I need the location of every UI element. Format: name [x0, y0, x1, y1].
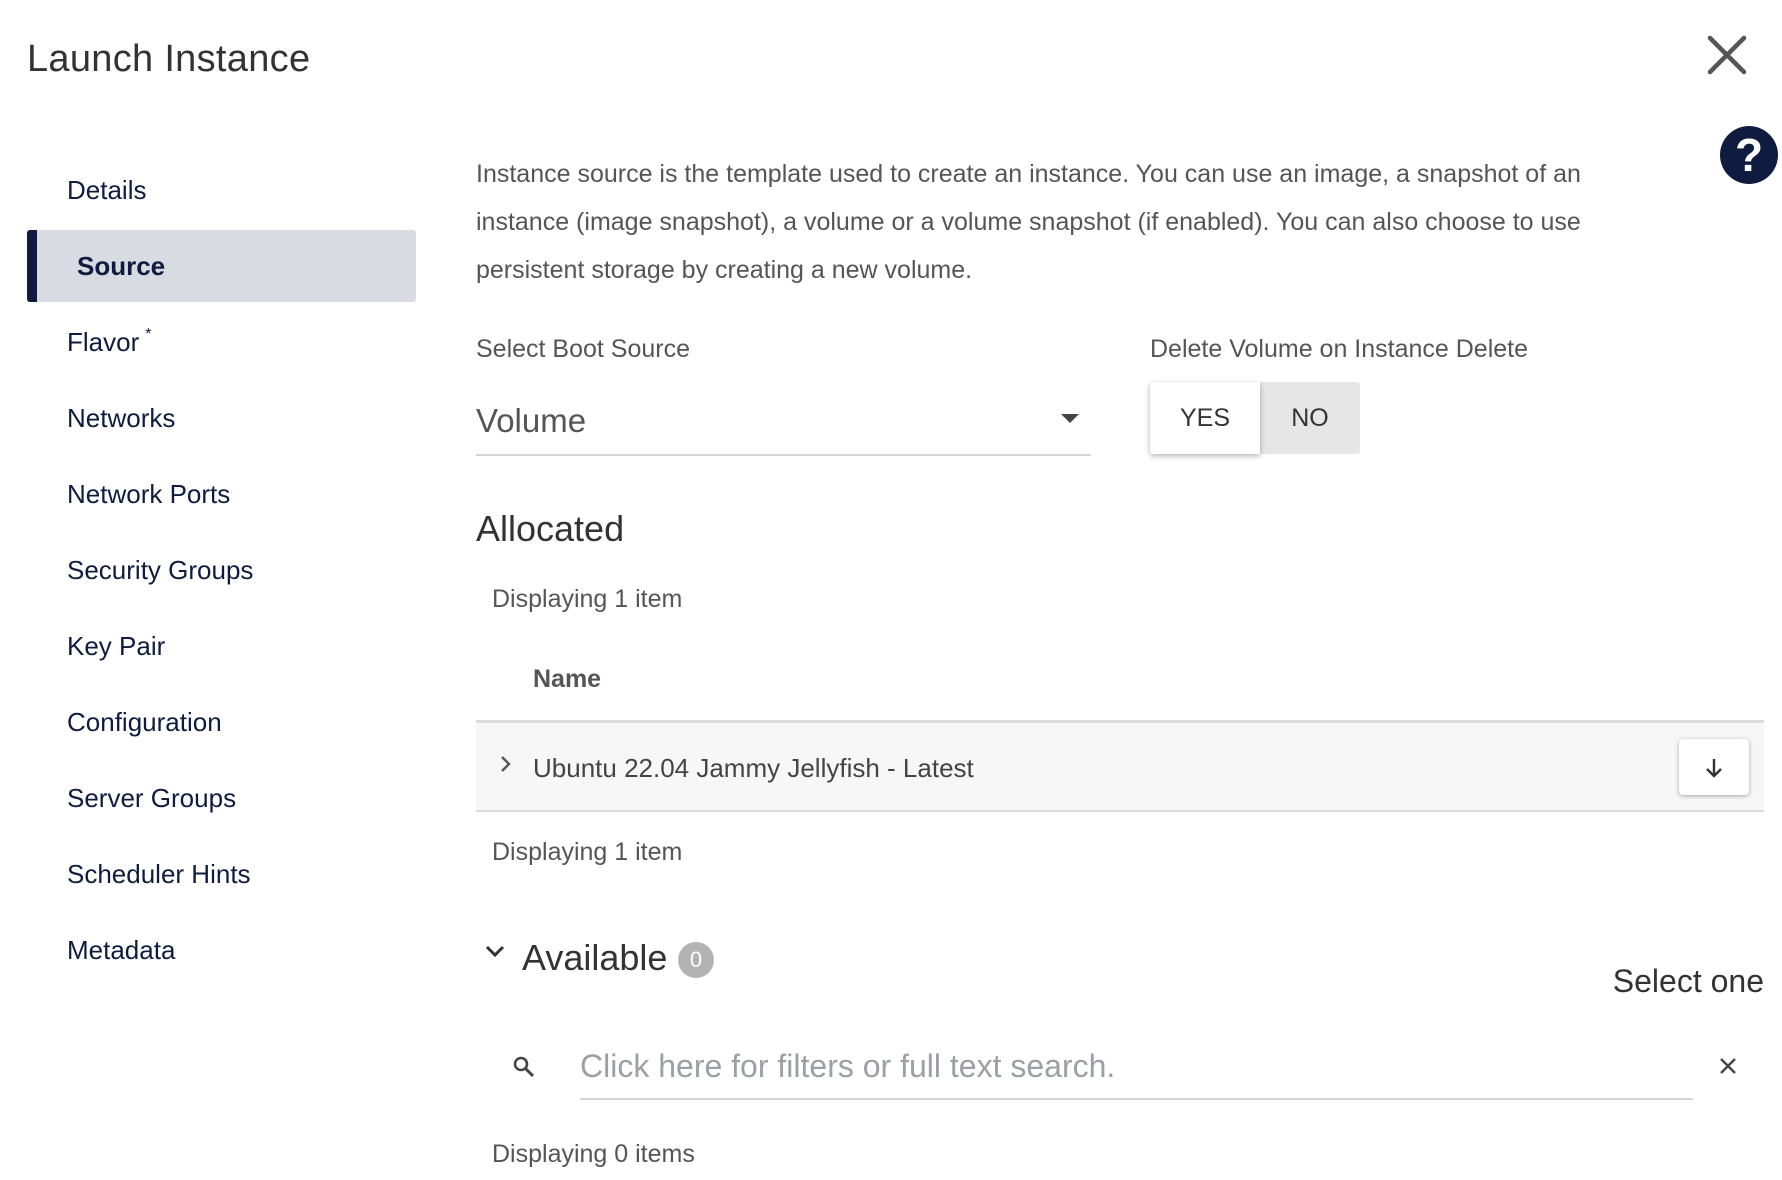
chevron-right-icon[interactable]	[500, 750, 512, 781]
wizard-nav: Details Source Flavor * Networks Network …	[27, 152, 416, 988]
delete-volume-toggle: YES NO	[1150, 382, 1360, 454]
sidebar-item-label: Key Pair	[67, 631, 166, 661]
table-row: Ubuntu 22.04 Jammy Jellyfish - Latest	[476, 720, 1764, 812]
sidebar-item-label: Networks	[67, 403, 176, 433]
modal-title: Launch Instance	[27, 38, 311, 80]
sidebar-item-networks[interactable]: Networks	[27, 380, 416, 456]
sidebar-item-configuration[interactable]: Configuration	[27, 684, 416, 760]
sidebar-item-label: Flavor	[67, 327, 140, 357]
allocated-heading: Allocated	[476, 508, 625, 549]
name-column-header: Name	[533, 665, 602, 693]
available-heading[interactable]: Available	[522, 937, 667, 979]
deallocate-button[interactable]	[1679, 739, 1749, 795]
chevron-down-icon[interactable]	[484, 940, 506, 962]
source-step-panel: Instance source is the template used to …	[476, 150, 1764, 294]
boot-source-select[interactable]: Volume	[476, 388, 1091, 456]
delete-volume-label: Delete Volume on Instance Delete	[1150, 335, 1529, 363]
sidebar-item-network-ports[interactable]: Network Ports	[27, 456, 416, 532]
clear-icon[interactable]	[1716, 1054, 1740, 1078]
close-icon[interactable]	[1702, 30, 1752, 80]
select-one-hint: Select one	[1612, 963, 1764, 999]
sidebar-item-security-groups[interactable]: Security Groups	[27, 532, 416, 608]
sidebar-item-server-groups[interactable]: Server Groups	[27, 760, 416, 836]
sidebar-item-details[interactable]: Details	[27, 152, 416, 228]
required-marker: *	[145, 326, 152, 343]
sidebar-item-label: Security Groups	[67, 555, 254, 585]
sidebar-item-label: Scheduler Hints	[67, 859, 251, 889]
search-icon	[512, 1055, 536, 1079]
boot-source-value: Volume	[476, 402, 587, 439]
sidebar-item-label: Configuration	[67, 707, 222, 737]
step-description: Instance source is the template used to …	[476, 160, 1581, 284]
sidebar-item-label: Server Groups	[67, 783, 237, 813]
available-count: Displaying 0 items	[492, 1140, 695, 1168]
sidebar-item-label: Network Ports	[67, 479, 231, 509]
allocated-count-top: Displaying 1 item	[492, 585, 683, 613]
allocated-count-bottom: Displaying 1 item	[492, 838, 683, 866]
sidebar-item-label: Source	[77, 251, 166, 281]
caret-down-icon	[1061, 414, 1079, 423]
search-input[interactable]	[580, 1034, 1693, 1100]
delete-volume-no-button[interactable]: NO	[1260, 382, 1360, 454]
arrow-down-icon	[1706, 758, 1722, 778]
allocated-item-name: Ubuntu 22.04 Jammy Jellyfish - Latest	[533, 753, 974, 783]
sidebar-item-key-pair[interactable]: Key Pair	[27, 608, 416, 684]
available-count-badge: 0	[678, 942, 714, 978]
sidebar-item-metadata[interactable]: Metadata	[27, 912, 416, 988]
boot-source-label: Select Boot Source	[476, 335, 691, 363]
sidebar-item-source[interactable]: Source	[27, 230, 416, 302]
sidebar-item-label: Details	[67, 175, 147, 205]
sidebar-item-label: Metadata	[67, 935, 176, 965]
sidebar-item-flavor[interactable]: Flavor *	[27, 304, 416, 380]
delete-volume-yes-button[interactable]: YES	[1150, 382, 1260, 454]
sidebar-item-scheduler-hints[interactable]: Scheduler Hints	[27, 836, 416, 912]
